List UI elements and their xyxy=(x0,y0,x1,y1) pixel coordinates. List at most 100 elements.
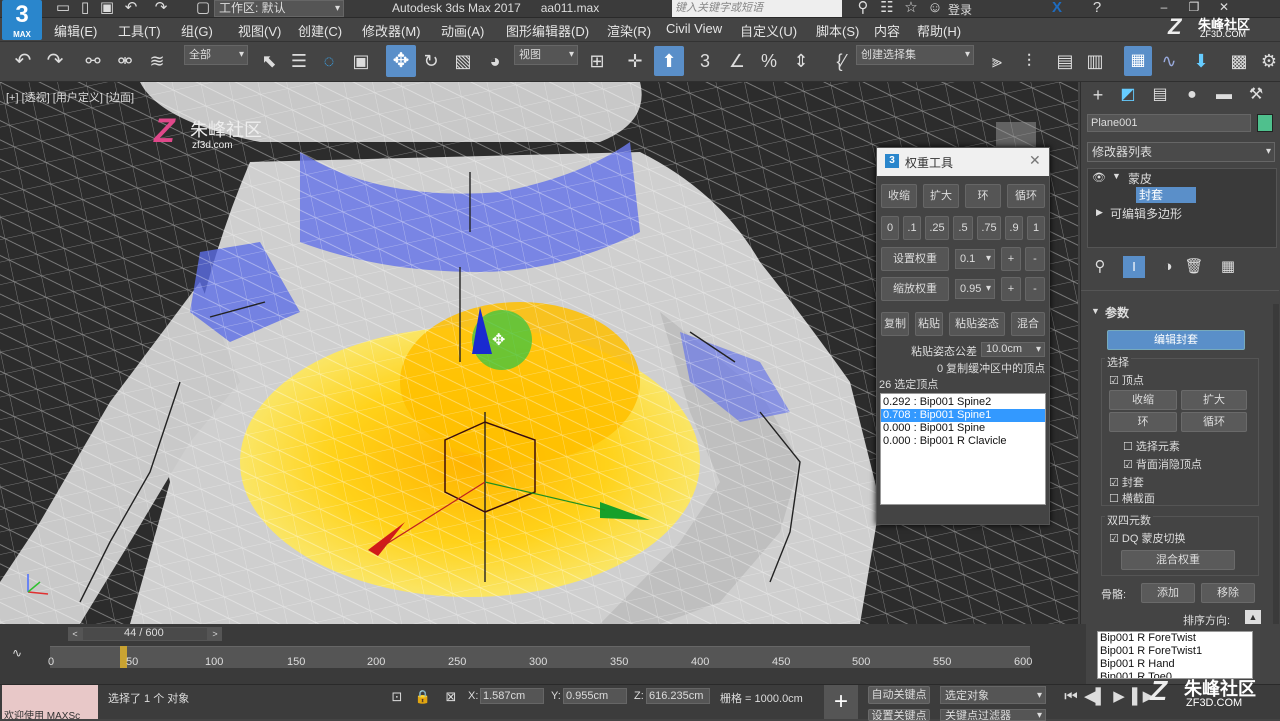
x-coordinate-field[interactable]: 1.587cm xyxy=(480,688,544,704)
autodesk-x-icon[interactable]: X xyxy=(1046,0,1068,19)
pivot-center-icon[interactable]: ⊞ xyxy=(586,50,608,72)
preset-0-button[interactable]: 0 xyxy=(881,216,899,240)
motion-tab-icon[interactable]: ● xyxy=(1181,84,1203,106)
absolute-mode-icon[interactable]: ⊠ xyxy=(440,686,462,708)
link-icon[interactable]: ⚯ xyxy=(82,50,104,72)
utilities-tab-icon[interactable]: ⚒ xyxy=(1245,84,1267,106)
percent-snap-icon[interactable]: % xyxy=(758,50,780,72)
dq-toggle-checkbox[interactable]: ☑ DQ 蒙皮切换 xyxy=(1109,530,1185,546)
menu-views[interactable]: 视图(V) xyxy=(238,21,281,40)
pin-stack-icon[interactable]: ⚲ xyxy=(1089,256,1111,278)
workspace-dropdown[interactable]: 工作区: 默认 xyxy=(214,0,344,17)
maxscript-listener[interactable]: 欢迎使用 MAXSc xyxy=(2,685,98,719)
bone-list-item[interactable]: Bip001 R Hand xyxy=(1098,658,1252,671)
weight-list-item-selected[interactable]: 0.708 : Bip001 Spine1 xyxy=(881,409,1045,422)
menu-graph-editors[interactable]: 图形编辑器(D) xyxy=(506,21,589,40)
unlink-icon[interactable]: ⚮ xyxy=(114,50,136,72)
scale-weight-minus[interactable]: - xyxy=(1025,277,1045,301)
toggle-ribbon-icon[interactable]: ▥ xyxy=(1084,50,1106,72)
modifier-stack[interactable]: 👁 ▼ 蒙皮 封套 ▶ 可编辑多边形 xyxy=(1087,168,1277,248)
paste-button[interactable]: 粘贴 xyxy=(915,312,943,336)
bone-list[interactable]: Bip001 R ForeTwist Bip001 R ForeTwist1 B… xyxy=(1097,631,1253,679)
modify-tab-icon[interactable]: ◩ xyxy=(1117,84,1139,106)
expand-arrow-icon[interactable]: ▼ xyxy=(1112,171,1121,181)
paste-tolerance-spinner[interactable]: 10.0cm xyxy=(981,342,1045,357)
menu-edit[interactable]: 编辑(E) xyxy=(54,21,97,40)
people-icon[interactable]: ☷ xyxy=(876,0,898,19)
object-name-field[interactable]: Plane001 xyxy=(1087,114,1251,132)
help-icon[interactable]: ? xyxy=(1086,0,1108,19)
panel-scrollbar[interactable] xyxy=(1273,304,1279,624)
isolate-selection-icon[interactable]: ⊡ xyxy=(386,686,408,708)
menu-help[interactable]: 帮助(H) xyxy=(917,21,961,40)
user-icon[interactable]: ☺ xyxy=(924,0,946,19)
viewport-label[interactable]: [+] [透视] [用户定义] [边面] xyxy=(6,89,134,105)
select-by-name-icon[interactable]: ☰ xyxy=(288,50,310,72)
modifier-list-dropdown[interactable]: 修改器列表 xyxy=(1087,142,1275,162)
material-editor-icon[interactable]: ▩ xyxy=(1228,50,1250,72)
select-element-checkbox[interactable]: ☐ 选择元素 xyxy=(1123,438,1180,454)
menu-civil-view[interactable]: Civil View xyxy=(666,21,722,36)
key-filters-dropdown[interactable]: 关键点过滤器 xyxy=(940,709,1046,721)
next-frame-button[interactable]: > xyxy=(208,627,222,641)
edit-named-sets-icon[interactable]: {⁄ xyxy=(830,50,852,72)
modifier-skin[interactable]: 蒙皮 xyxy=(1128,170,1152,187)
play-icon[interactable]: ▶ xyxy=(1108,686,1130,708)
blend-weights-button[interactable]: 混合权重 xyxy=(1121,550,1235,570)
select-object-icon[interactable]: ⬉ xyxy=(258,50,280,72)
auto-key-button[interactable]: 自动关键点 xyxy=(868,686,930,704)
spinner-snap-icon[interactable]: ⇕ xyxy=(790,50,812,72)
menu-tools[interactable]: 工具(T) xyxy=(118,21,161,40)
new-file-icon[interactable]: ▭ xyxy=(52,0,74,19)
curve-editor-mini-icon[interactable]: ∿ xyxy=(12,646,22,660)
menu-create[interactable]: 创建(C) xyxy=(298,21,342,40)
copy-button[interactable]: 复制 xyxy=(881,312,909,336)
parameters-rollout-title[interactable]: 参数 xyxy=(1105,304,1129,321)
named-selection-set-dropdown[interactable]: 创建选择集 xyxy=(856,45,974,65)
preset-025-button[interactable]: .25 xyxy=(925,216,949,240)
bind-spacewarp-icon[interactable]: ≋ xyxy=(146,50,168,72)
schematic-view-icon[interactable]: ⬇ xyxy=(1190,50,1212,72)
sub-object-envelope[interactable]: 封套 xyxy=(1136,187,1196,203)
cross-sections-checkbox[interactable]: ☐ 横截面 xyxy=(1109,490,1155,506)
blend-button[interactable]: 混合 xyxy=(1011,312,1045,336)
star-icon[interactable]: ☆ xyxy=(900,0,922,19)
scale-weight-button[interactable]: 缩放权重 xyxy=(881,277,949,301)
selection-region-icon[interactable]: ◌ xyxy=(318,50,340,72)
dialog-close-icon[interactable]: ✕ xyxy=(1029,152,1041,169)
shrink-button[interactable]: 收缩 xyxy=(1109,390,1177,410)
reference-coordinate-dropdown[interactable]: 视图 xyxy=(514,45,578,65)
prev-key-icon[interactable]: ◀▌ xyxy=(1084,686,1106,708)
render-setup-icon[interactable]: ⚙ xyxy=(1258,50,1280,72)
go-to-start-icon[interactable]: ⏮ xyxy=(1060,686,1082,708)
envelopes-checkbox[interactable]: ☑ 封套 xyxy=(1109,474,1144,490)
loop-button[interactable]: 循环 xyxy=(1181,412,1247,432)
visibility-eye-icon[interactable]: 👁 xyxy=(1092,171,1106,184)
rollout-collapse-icon[interactable]: ▼ xyxy=(1091,306,1100,316)
y-coordinate-field[interactable]: 0.955cm xyxy=(563,688,627,704)
remove-bone-button[interactable]: 移除 xyxy=(1201,583,1255,603)
scale-weight-plus[interactable]: + xyxy=(1001,277,1021,301)
scene-explorer-button[interactable]: ▦ xyxy=(1124,46,1152,76)
loop-button[interactable]: 循环 xyxy=(1007,184,1045,208)
save-icon[interactable]: ▣ xyxy=(96,0,118,19)
edit-envelope-button[interactable]: 编辑封套 xyxy=(1107,330,1245,350)
z-coordinate-field[interactable]: 616.235cm xyxy=(646,688,710,704)
create-tab-icon[interactable]: + xyxy=(1087,84,1109,106)
add-time-tag-button[interactable]: + xyxy=(824,685,858,719)
snap-toggle-icon[interactable]: 3 xyxy=(694,50,716,72)
configure-sets-icon[interactable]: ▦ xyxy=(1217,256,1239,278)
project-folder-icon[interactable]: ▢ xyxy=(192,0,214,19)
grow-button[interactable]: 扩大 xyxy=(1181,390,1247,410)
object-color-swatch[interactable] xyxy=(1257,114,1273,132)
select-manipulate-icon[interactable]: ✛ xyxy=(624,50,646,72)
preset-01-button[interactable]: .1 xyxy=(903,216,921,240)
search-input[interactable]: 键入关键字或短语 xyxy=(672,0,842,17)
curve-editor-icon[interactable]: ∿ xyxy=(1158,50,1180,72)
placement-icon[interactable]: ◕ xyxy=(484,50,506,72)
app-logo[interactable]: 3 MAX xyxy=(2,0,42,40)
move-tool-button[interactable]: ✥ xyxy=(386,45,416,77)
menu-rendering[interactable]: 渲染(R) xyxy=(607,21,651,40)
undo-icon[interactable]: ↶ xyxy=(12,50,34,72)
weight-list-item[interactable]: 0.000 : Bip001 Spine xyxy=(881,422,1045,435)
